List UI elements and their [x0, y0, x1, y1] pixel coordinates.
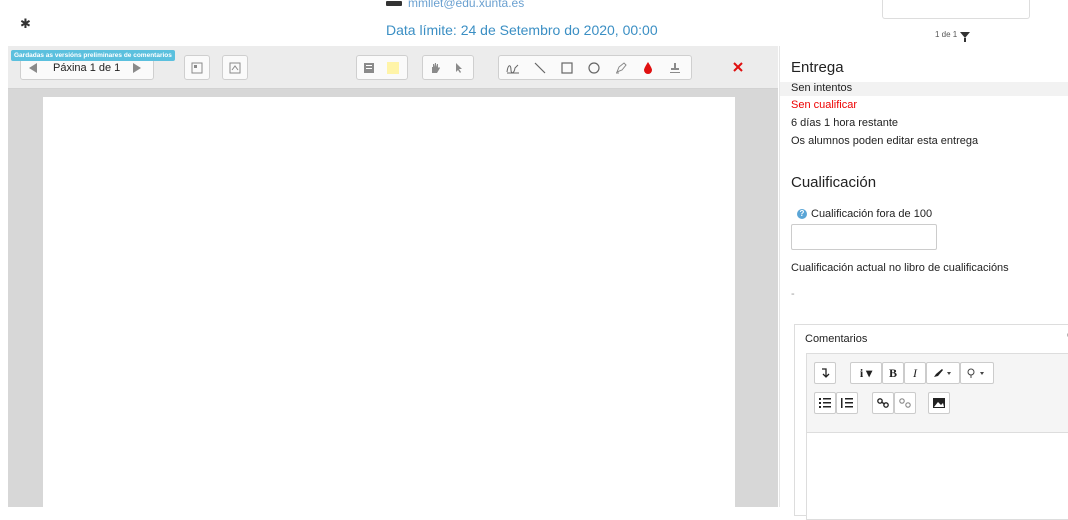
feedback-comments-box: Comentarios ⤡ i ▾ B I — [794, 324, 1068, 520]
attempts-row: Sen intentos — [780, 82, 1068, 96]
pdf-annotation-viewer: Páxina 1 de 1 — [8, 46, 778, 507]
oval-icon — [587, 61, 600, 74]
deadline-text: Data límite: 24 de Setembro do 2020, 00:… — [386, 22, 658, 38]
unlink-icon — [899, 398, 911, 408]
highlight-tool-button[interactable] — [607, 56, 634, 79]
numbered-list-icon — [841, 398, 853, 408]
font-color-button[interactable] — [926, 362, 960, 384]
filter-icon[interactable] — [960, 31, 971, 42]
italic-button[interactable]: I — [904, 362, 926, 384]
insert-image-button[interactable] — [928, 392, 950, 414]
grade-out-of-label: Cualificación fora de 100 — [811, 208, 933, 220]
drawing-tools — [498, 55, 692, 80]
stamp-icon — [670, 62, 680, 73]
bold-button[interactable]: B — [882, 362, 904, 384]
grade-status: Sen cualificar — [791, 99, 858, 111]
rectangle-icon — [560, 61, 573, 74]
document-area — [8, 89, 778, 507]
link-button[interactable] — [872, 392, 894, 414]
lightbulb-icon — [967, 368, 984, 378]
editor-content[interactable] — [807, 433, 1068, 519]
pen-tool-button[interactable] — [499, 56, 526, 79]
attempts-status: Sen intentos — [791, 82, 853, 94]
comments-title: Comentarios — [805, 333, 868, 345]
expand-rotate-button[interactable] — [222, 55, 248, 80]
rectangle-tool-button[interactable] — [553, 56, 580, 79]
time-remaining: 6 días 1 hora restante — [791, 117, 899, 129]
grade-section-title: Cualificación — [791, 174, 877, 191]
line-tool-button[interactable] — [526, 56, 553, 79]
pan-select-tools — [422, 55, 474, 80]
comment-color-button[interactable] — [381, 56, 405, 79]
submission-title: Entrega — [791, 59, 844, 76]
user-select[interactable] — [882, 0, 1030, 19]
user-email[interactable]: mmllet@edu.xunta.es — [408, 0, 524, 10]
select-tool-button[interactable] — [447, 56, 471, 79]
delete-annotation-button[interactable] — [726, 55, 750, 78]
user-email-row: mmllet@edu.xunta.es — [386, 0, 524, 10]
page-header: ✱ mmllet@edu.xunta.es Data límite: 24 de… — [0, 0, 1068, 46]
edit-permission: Os alumnos poden editar esta entrega — [791, 135, 979, 147]
ordered-list-button[interactable] — [836, 392, 858, 414]
highlighter-icon — [615, 61, 627, 73]
hand-icon — [432, 62, 440, 73]
editor-toolbar: i ▾ B I — [807, 354, 1068, 433]
close-icon — [733, 61, 743, 72]
current-grade-label: Cualificación actual no libro de cualifi… — [791, 262, 1009, 274]
line-icon — [534, 62, 545, 73]
cursor-arrow-icon — [456, 62, 462, 73]
freehand-pen-icon — [506, 64, 519, 73]
gear-icon[interactable]: ✱ — [20, 17, 32, 30]
brush-icon — [934, 369, 951, 377]
comment-tool-button[interactable] — [357, 56, 381, 79]
comment-search-icon — [191, 62, 203, 73]
current-grade-value: - — [791, 288, 795, 300]
annotation-color-button[interactable] — [634, 56, 661, 79]
user-pager-label: 1 de 1 — [935, 30, 958, 39]
image-icon — [933, 398, 945, 408]
comment-tools — [356, 55, 408, 80]
expand-toolbar-icon — [822, 368, 830, 378]
pan-tool-button[interactable] — [423, 56, 447, 79]
help-icon[interactable]: ? — [797, 209, 807, 219]
color-swatch-icon — [387, 61, 399, 74]
unlink-button[interactable] — [894, 392, 916, 414]
grading-panel: Entrega Sen intentos Sen cualificar 6 dí… — [779, 46, 1068, 520]
bullet-list-icon — [819, 398, 831, 408]
stamp-tool-button[interactable] — [661, 56, 689, 79]
info-icon: i ▾ — [859, 365, 873, 380]
document-page[interactable] — [43, 97, 735, 507]
toolbar-toggle-button[interactable] — [814, 362, 836, 384]
link-icon — [877, 398, 889, 408]
comment-icon — [364, 62, 374, 73]
user-icon — [386, 1, 402, 7]
accessibility-helper-button[interactable] — [960, 362, 994, 384]
saved-drafts-badge: Gardadas as versións preliminares de com… — [11, 50, 175, 61]
rotate-page-icon — [229, 62, 241, 73]
rich-text-editor: i ▾ B I — [806, 353, 1068, 520]
triangle-right-icon — [133, 62, 142, 73]
grade-input[interactable] — [791, 224, 937, 250]
color-drop-icon — [643, 61, 652, 74]
oval-tool-button[interactable] — [580, 56, 607, 79]
user-pager: 1 de 1 — [935, 30, 971, 42]
paragraph-styles-button[interactable]: i ▾ — [850, 362, 882, 384]
search-comments-button[interactable] — [184, 55, 210, 80]
unordered-list-button[interactable] — [814, 392, 836, 414]
triangle-left-icon — [29, 62, 37, 73]
